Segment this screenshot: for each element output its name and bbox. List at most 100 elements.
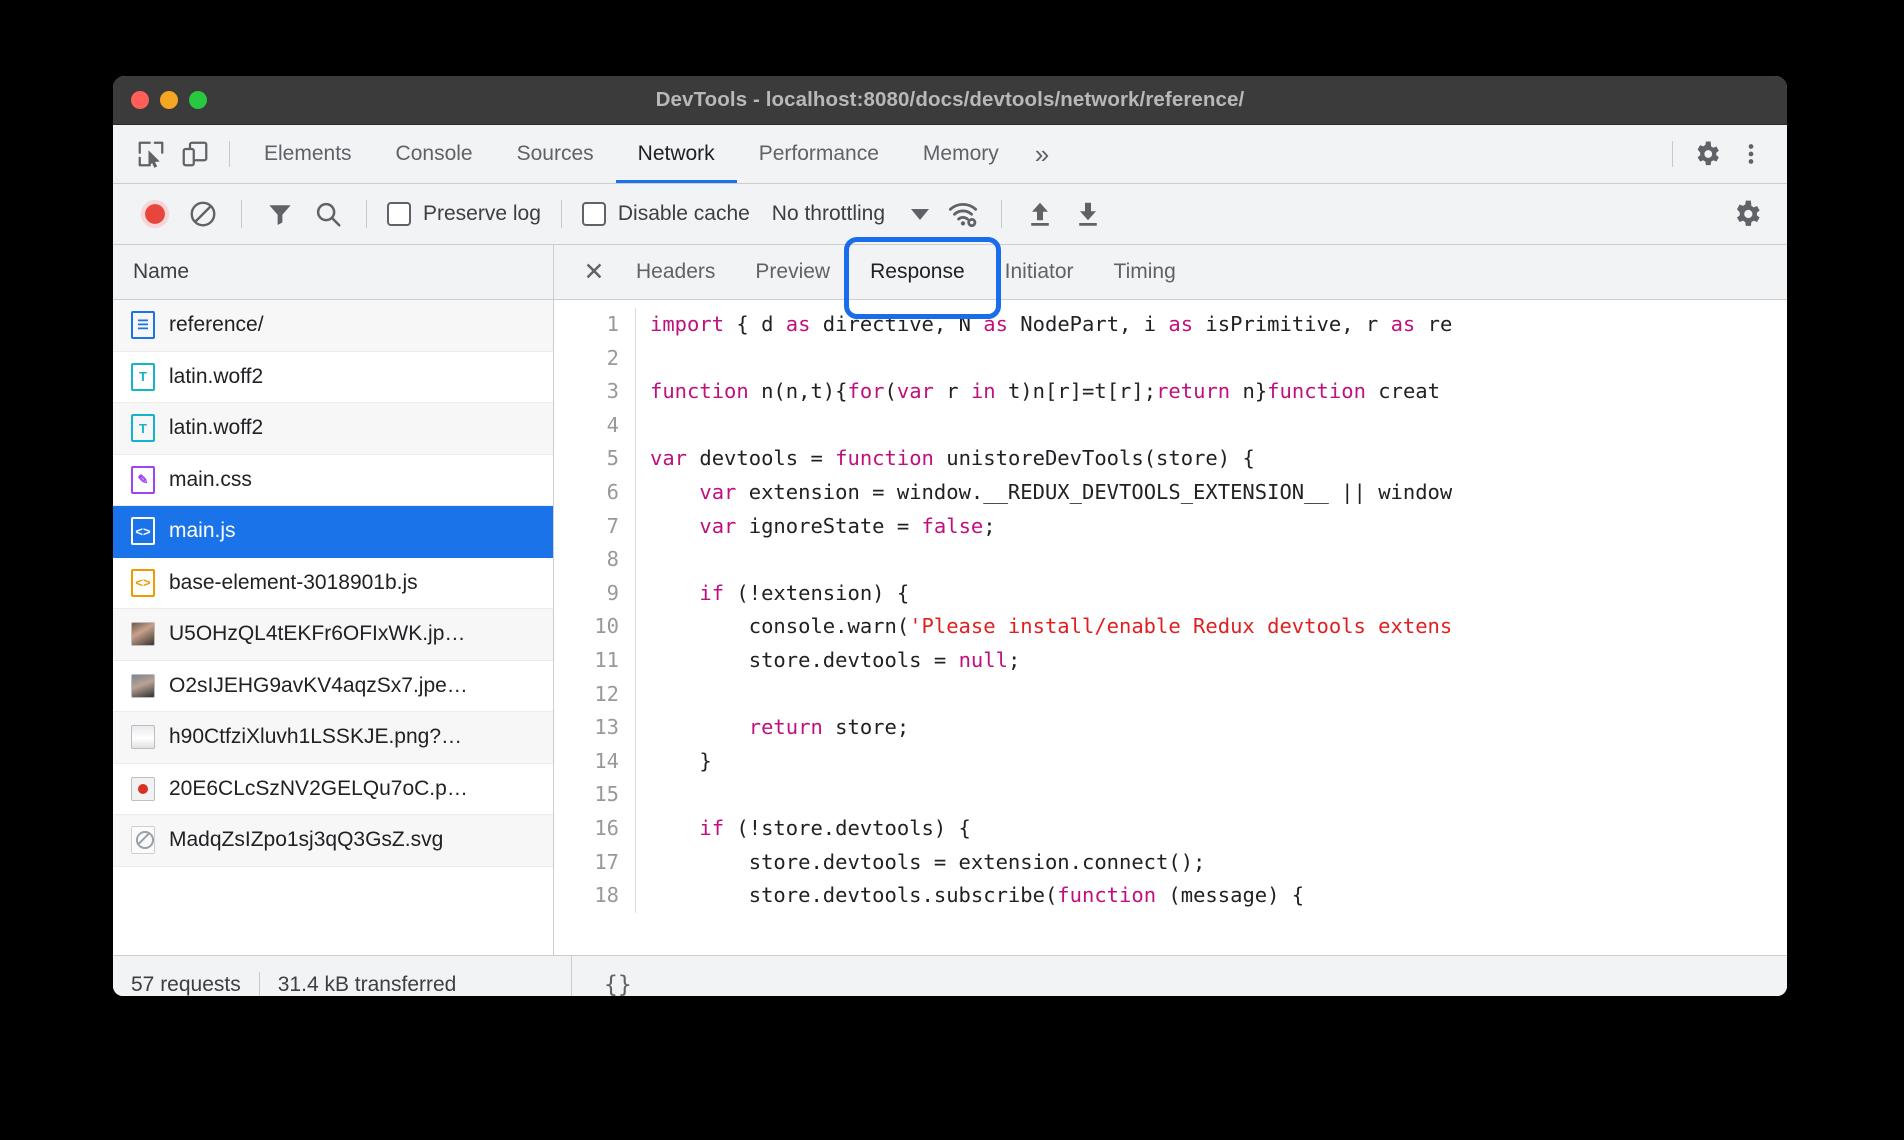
line-number: 13	[554, 711, 636, 745]
list-item-selected[interactable]: <> main.js	[113, 506, 553, 558]
tab-network[interactable]: Network	[616, 125, 737, 183]
request-list[interactable]: ☰ reference/ T latin.woff2 T latin.woff2…	[113, 300, 553, 955]
preserve-log-checkbox[interactable]: Preserve log	[381, 202, 547, 226]
clear-button[interactable]	[179, 190, 227, 238]
tab-label: Sources	[517, 142, 594, 166]
list-item[interactable]: ☰ reference/	[113, 300, 553, 352]
request-name: latin.woff2	[169, 416, 263, 440]
tab-sources[interactable]: Sources	[495, 125, 616, 183]
more-tabs-icon[interactable]: »	[1021, 141, 1063, 167]
line-number: 4	[554, 409, 636, 443]
request-name: O2sIJEHG9avKV4aqzSx7.jpe…	[169, 674, 468, 698]
list-item[interactable]: O2sIJEHG9avKV4aqzSx7.jpe…	[113, 661, 553, 713]
tab-console[interactable]: Console	[374, 125, 495, 183]
list-item[interactable]: h90CtfziXluvh1LSSKJE.png?…	[113, 712, 553, 764]
list-item[interactable]: T latin.woff2	[113, 403, 553, 455]
toolbar-divider	[241, 200, 242, 228]
font-icon: T	[131, 414, 155, 442]
list-item[interactable]: ✎ main.css	[113, 455, 553, 507]
toolbar-divider	[366, 200, 367, 228]
code-line: 15	[554, 778, 1787, 812]
code-line: 1import { d as directive, N as NodePart,…	[554, 308, 1787, 342]
code-text	[636, 409, 650, 443]
tab-timing[interactable]: Timing	[1094, 245, 1196, 299]
tab-label: Console	[396, 142, 473, 166]
request-name: h90CtfziXluvh1LSSKJE.png?…	[169, 725, 462, 749]
toolbar-divider	[1672, 141, 1673, 167]
list-item[interactable]: 20E6CLcSzNV2GELQu7oC.p…	[113, 764, 553, 816]
export-har-icon[interactable]	[1064, 190, 1112, 238]
detail-pane: ✕ Headers Preview Response Initiator Tim…	[554, 245, 1787, 955]
script-icon: <>	[131, 517, 155, 545]
minimize-button[interactable]	[160, 91, 178, 109]
list-item[interactable]: T latin.woff2	[113, 352, 553, 404]
record-button[interactable]	[131, 190, 179, 238]
list-item[interactable]: <> base-element-3018901b.js	[113, 558, 553, 610]
tab-preview[interactable]: Preview	[735, 245, 850, 299]
list-item[interactable]: U5OHzQL4tEKFr6OFIxWK.jp…	[113, 609, 553, 661]
tab-label: Performance	[759, 142, 879, 166]
checkbox-box[interactable]	[387, 202, 411, 226]
code-text: if (!store.devtools) {	[636, 812, 971, 846]
disable-cache-checkbox[interactable]: Disable cache	[576, 202, 756, 226]
code-line: 8	[554, 543, 1787, 577]
settings-gear-icon[interactable]	[1723, 190, 1771, 238]
code-text: store.devtools = null;	[636, 644, 1020, 678]
tab-label: Preview	[755, 260, 830, 284]
tab-label: Memory	[923, 142, 999, 166]
throttling-value: No throttling	[772, 202, 885, 226]
throttling-dropdown[interactable]: No throttling	[756, 202, 939, 226]
screenshot-root: DevTools - localhost:8080/docs/devtools/…	[0, 0, 1904, 1140]
tab-elements[interactable]: Elements	[242, 125, 374, 183]
more-options-icon[interactable]	[1729, 132, 1773, 176]
checkbox-box[interactable]	[582, 202, 606, 226]
pretty-print-button[interactable]: {}	[594, 968, 642, 996]
request-name: U5OHzQL4tEKFr6OFIxWK.jp…	[169, 622, 465, 646]
line-number: 7	[554, 510, 636, 544]
network-conditions-icon[interactable]	[939, 190, 987, 238]
line-number: 5	[554, 442, 636, 476]
close-icon[interactable]: ✕	[572, 250, 616, 294]
import-har-icon[interactable]	[1016, 190, 1064, 238]
toolbar-divider	[229, 141, 230, 167]
inspect-element-icon[interactable]	[129, 132, 173, 176]
tab-initiator[interactable]: Initiator	[985, 245, 1094, 299]
window-title-bar: DevTools - localhost:8080/docs/devtools/…	[113, 76, 1787, 125]
tab-response[interactable]: Response	[850, 245, 985, 299]
search-icon[interactable]	[304, 190, 352, 238]
column-header-name[interactable]: Name	[113, 245, 553, 300]
list-item[interactable]: MadqZsIZpo1sj3qQ3GsZ.svg	[113, 815, 553, 867]
image-thumbnail-icon	[131, 622, 155, 646]
detail-tab-bar: ✕ Headers Preview Response Initiator Tim…	[554, 245, 1787, 300]
request-count: 57 requests	[131, 973, 241, 996]
font-icon: T	[131, 363, 155, 391]
close-button[interactable]	[131, 91, 149, 109]
tab-label: Response	[870, 260, 965, 284]
traffic-light-buttons	[131, 76, 207, 124]
tab-headers[interactable]: Headers	[616, 245, 735, 299]
line-number: 17	[554, 846, 636, 880]
window-title: DevTools - localhost:8080/docs/devtools/…	[113, 88, 1787, 112]
maximize-button[interactable]	[189, 91, 207, 109]
tab-memory[interactable]: Memory	[901, 125, 1021, 183]
network-body: Name ☰ reference/ T latin.woff2 T latin.…	[113, 245, 1787, 955]
tab-performance[interactable]: Performance	[737, 125, 901, 183]
toolbar-divider	[1001, 200, 1002, 228]
settings-gear-icon[interactable]	[1685, 132, 1729, 176]
requests-pane: Name ☰ reference/ T latin.woff2 T latin.…	[113, 245, 554, 955]
response-code-viewer[interactable]: 1import { d as directive, N as NodePart,…	[554, 300, 1787, 955]
request-name: latin.woff2	[169, 365, 263, 389]
line-number: 6	[554, 476, 636, 510]
code-text	[636, 342, 650, 376]
request-name: reference/	[169, 313, 264, 337]
script-icon: <>	[131, 569, 155, 597]
network-toolbar: Preserve log Disable cache No throttling	[113, 184, 1787, 245]
filter-icon[interactable]	[256, 190, 304, 238]
chevron-down-icon[interactable]	[911, 209, 929, 220]
code-text: import { d as directive, N as NodePart, …	[636, 308, 1452, 342]
code-text: if (!extension) {	[636, 577, 909, 611]
code-lines: 1import { d as directive, N as NodePart,…	[554, 300, 1787, 913]
device-toolbar-icon[interactable]	[173, 132, 217, 176]
code-line: 11 store.devtools = null;	[554, 644, 1787, 678]
line-number: 14	[554, 745, 636, 779]
